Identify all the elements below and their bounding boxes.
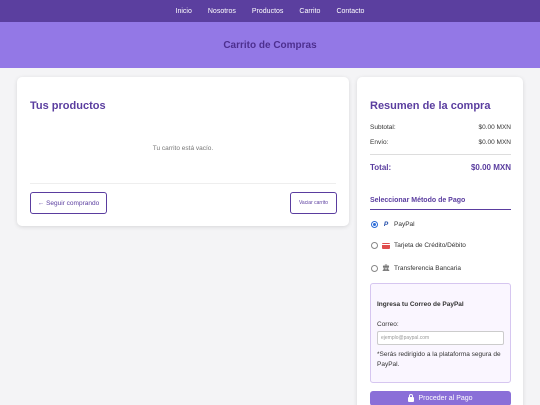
nav-link-carrito[interactable]: Carrito bbox=[291, 8, 328, 15]
paypal-radio[interactable] bbox=[371, 221, 378, 228]
payment-method-title: Seleccionar Método de Pago bbox=[370, 197, 466, 204]
cart-title: Tus productos bbox=[30, 100, 106, 112]
total-value: $0.00 MXN bbox=[470, 163, 511, 172]
subtotal-value: $0.00 MXN bbox=[478, 124, 511, 131]
order-summary-panel: Resumen de la compra Subtotal: $0.00 MXN… bbox=[357, 77, 523, 405]
summary-divider bbox=[370, 154, 511, 155]
paypal-icon: P bbox=[383, 221, 389, 228]
paypal-redirect-note: *Serás redirigido a la plataforma segura… bbox=[377, 351, 501, 369]
page-header: Carrito de Compras bbox=[0, 22, 540, 68]
card-radio[interactable] bbox=[371, 242, 378, 249]
cart-divider bbox=[30, 183, 336, 184]
paypal-email-box: Ingresa tu Correo de PayPal Correo: *Ser… bbox=[370, 283, 511, 383]
credit-card-icon bbox=[382, 242, 390, 249]
shipping-row: Envío: $0.00 MXN bbox=[370, 139, 511, 146]
nav-link-nosotros[interactable]: Nosotros bbox=[200, 8, 244, 15]
clear-cart-button[interactable]: Vaciar carrito bbox=[290, 192, 337, 214]
cart-panel: Tus productos Tu carrito está vacío. ← S… bbox=[17, 77, 349, 226]
continue-shopping-button[interactable]: ← Seguir comprando bbox=[30, 192, 107, 214]
paypal-option-label: PayPal bbox=[394, 221, 415, 228]
transfer-radio[interactable] bbox=[371, 264, 378, 272]
nav-link-contacto[interactable]: Contacto bbox=[328, 8, 372, 15]
paypal-email-input[interactable] bbox=[377, 331, 504, 345]
card-option-label: Tarjeta de Crédito/Débito bbox=[394, 242, 466, 249]
total-label: Total: bbox=[370, 163, 392, 172]
empty-cart-message: Tu carrito está vacío. bbox=[152, 145, 214, 152]
proceed-to-payment-button[interactable]: Proceder al Pago bbox=[370, 391, 511, 405]
bank-icon: 🏛 bbox=[382, 265, 391, 272]
nav-link-inicio[interactable]: Inicio bbox=[168, 8, 200, 15]
summary-title: Resumen de la compra bbox=[370, 100, 491, 112]
proceed-label: Proceder al Pago bbox=[418, 395, 473, 402]
total-row: Total: $0.00 MXN bbox=[370, 163, 511, 172]
lock-icon bbox=[408, 394, 415, 402]
payment-option-card[interactable]: Tarjeta de Crédito/Débito bbox=[371, 242, 466, 249]
payment-divider bbox=[370, 209, 511, 210]
subtotal-row: Subtotal: $0.00 MXN bbox=[370, 124, 511, 131]
shipping-value: $0.00 MXN bbox=[478, 139, 511, 146]
subtotal-label: Subtotal: bbox=[370, 124, 396, 131]
paypal-box-title: Ingresa tu Correo de PayPal bbox=[377, 301, 464, 308]
nav-link-productos[interactable]: Productos bbox=[244, 8, 292, 15]
shipping-label: Envío: bbox=[370, 139, 389, 146]
page-title: Carrito de Compras bbox=[223, 39, 317, 51]
payment-option-paypal[interactable]: P PayPal bbox=[371, 221, 415, 228]
top-navigation: Inicio Nosotros Productos Carrito Contac… bbox=[0, 0, 540, 22]
email-label: Correo: bbox=[377, 321, 399, 328]
transfer-option-label: Transferencia Bancaria bbox=[394, 264, 461, 272]
payment-option-transfer[interactable]: 🏛 Transferencia Bancaria bbox=[371, 264, 461, 272]
